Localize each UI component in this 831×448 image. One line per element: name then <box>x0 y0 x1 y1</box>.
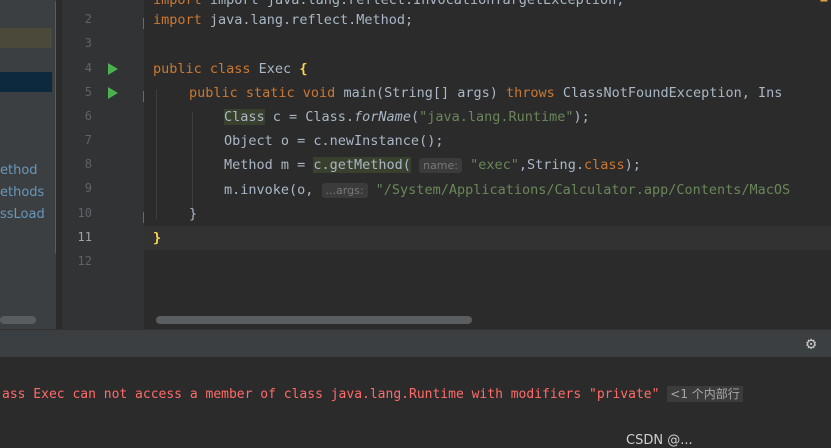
code-line-9: m.invoke(o, ...args: "/System/Applicatio… <box>224 178 790 202</box>
code-line-10: } <box>189 206 198 222</box>
code-text: ClassNotFoundException, Ins <box>554 85 783 101</box>
run-console[interactable]: ass Exec can not access a member of clas… <box>0 357 831 448</box>
static-method: forName <box>354 109 411 125</box>
keyword: public static void <box>189 85 336 101</box>
code-line-2: import java.lang.reflect.Method; <box>153 8 413 32</box>
line-number: 2 <box>84 12 92 26</box>
keyword: public class <box>153 61 251 77</box>
highlighted-token: c.getMethod( <box>313 157 411 173</box>
code-line-11: } <box>153 226 161 250</box>
string-literal: "/System/Applications/Calculator.app/Con… <box>375 182 791 198</box>
code-line-5: public static void main(String[] args) t… <box>189 81 782 105</box>
code-text: m.invoke(o, <box>224 182 322 198</box>
run-icon[interactable] <box>108 87 118 99</box>
internal-lines-link[interactable]: <1 个内部行 <box>667 386 743 402</box>
line-number: 6 <box>84 109 92 123</box>
keyword: import <box>153 12 202 28</box>
class-name: Exec <box>250 61 300 77</box>
line-number: 4 <box>84 61 92 75</box>
project-panel: ethod ethods ssLoad <box>0 0 56 330</box>
current-line-highlight <box>144 226 831 250</box>
string-literal: "java.lang.Runtime" <box>419 109 574 125</box>
code-text: ,String. <box>518 157 584 173</box>
code-text: Method m = <box>224 157 314 173</box>
brace: } <box>153 230 162 246</box>
line-number: 12 <box>77 254 92 268</box>
highlighted-token: Class <box>224 109 265 125</box>
run-icon[interactable] <box>108 63 118 75</box>
line-number: 3 <box>84 36 92 50</box>
keyword: import <box>153 0 202 8</box>
line-number: 5 <box>84 85 92 99</box>
parameter-hint: name: <box>419 158 462 173</box>
watermark: CSDN @... <box>626 433 693 448</box>
project-horizontal-scrollbar[interactable] <box>0 316 36 324</box>
project-item[interactable]: ethods <box>0 185 44 200</box>
line-number-current: 11 <box>77 230 92 244</box>
code-text: c = Class. <box>264 109 355 125</box>
parameter-hint: ...args: <box>321 183 368 198</box>
string-literal: "exec" <box>470 157 519 173</box>
code-text: import java.lang.reflect.InvocationTarge… <box>209 0 625 8</box>
project-item-selected[interactable] <box>0 72 52 92</box>
indent-guide <box>192 112 193 212</box>
code-line-7: Object o = c.newInstance(); <box>224 133 444 149</box>
code-line-6: Class c = Class.forName("java.lang.Runti… <box>224 105 590 129</box>
line-number: 10 <box>77 206 92 220</box>
error-text: ass Exec can not access a member of clas… <box>2 387 660 402</box>
code-text: java.lang.reflect.Method; <box>201 12 414 28</box>
warning-icon[interactable]: ▲ <box>820 0 828 5</box>
project-item[interactable]: ethod <box>0 163 38 178</box>
brace: { <box>299 61 308 77</box>
code-line-4: public class Exec { <box>153 57 307 81</box>
line-number: 9 <box>84 181 92 195</box>
gear-icon[interactable]: ⚙ <box>806 334 816 354</box>
project-vertical-scrollbar[interactable] <box>55 0 56 255</box>
console-error-line: ass Exec can not access a member of clas… <box>2 385 743 402</box>
code-text: ( <box>410 109 420 125</box>
keyword: throws <box>506 85 555 101</box>
keyword: class <box>583 157 625 173</box>
indent-guide <box>156 90 157 220</box>
line-number: 8 <box>84 157 92 171</box>
code-line-8: Method m = c.getMethod( name: "exec",Str… <box>224 153 641 177</box>
code-text: ); <box>573 109 590 125</box>
project-item-highlight[interactable] <box>0 28 52 48</box>
code-text: ); <box>624 157 641 173</box>
editor-horizontal-scrollbar[interactable] <box>156 316 472 324</box>
run-toolbar: ⚙ <box>0 329 831 358</box>
code-text: main(String[] args) <box>335 85 506 101</box>
line-number: 7 <box>84 133 92 147</box>
project-item[interactable]: ssLoad <box>0 207 45 222</box>
